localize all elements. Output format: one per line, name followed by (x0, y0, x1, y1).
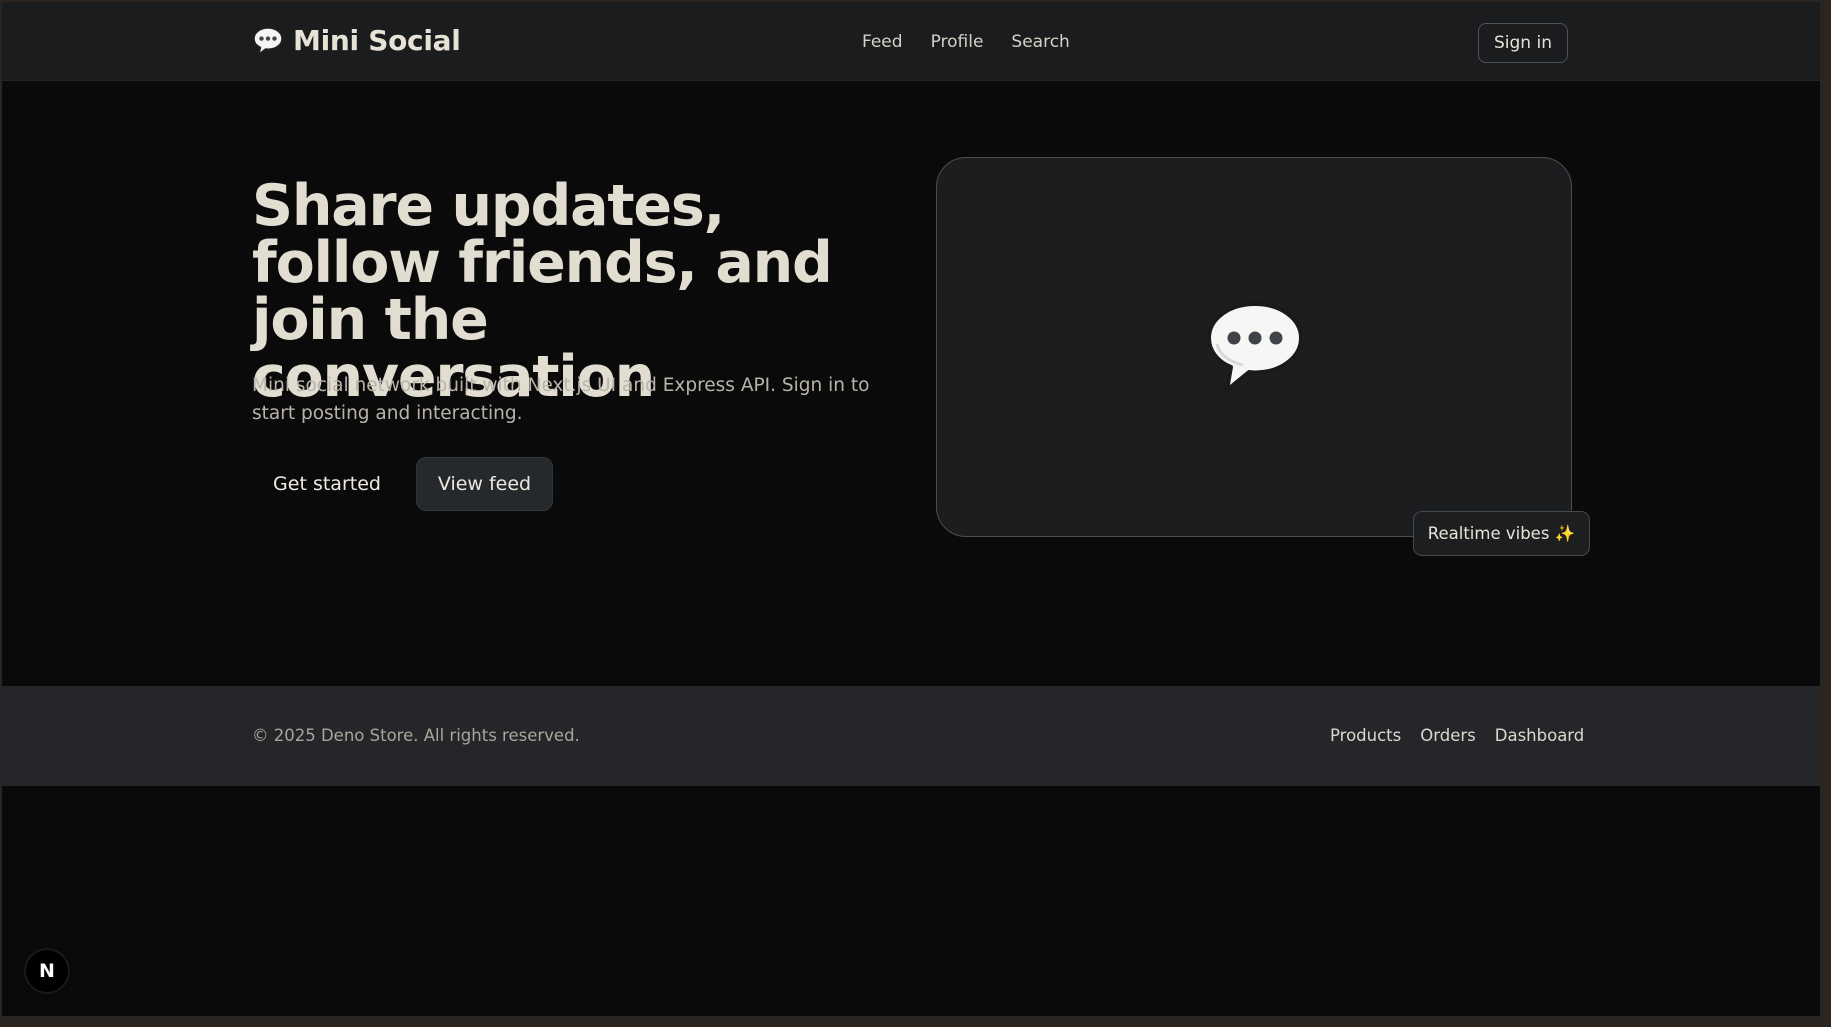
brand-name: Mini Social (293, 24, 461, 57)
brand-logo[interactable]: Mini Social (252, 24, 461, 57)
nextjs-devtools-button[interactable]: N (26, 950, 68, 992)
site-header: Mini Social Feed Profile Search Sign in (2, 2, 1820, 81)
sign-in-button[interactable]: Sign in (1478, 23, 1568, 63)
hero-subtitle: Mini social network built with Next.js U… (252, 375, 870, 424)
footer-link-dashboard[interactable]: Dashboard (1495, 726, 1585, 745)
site-footer: © 2025 Deno Store. All rights reserved. … (2, 686, 1820, 786)
nav-link-profile[interactable]: Profile (931, 32, 984, 52)
nav-link-feed[interactable]: Feed (862, 32, 903, 52)
main-nav: Feed Profile Search (862, 32, 1070, 52)
footer-link-products[interactable]: Products (1330, 726, 1401, 745)
speech-bubble-icon (253, 26, 283, 56)
hero-illustration-card (936, 157, 1572, 537)
nav-link-search[interactable]: Search (1011, 32, 1069, 52)
app-viewport: Mini Social Feed Profile Search Sign in … (2, 2, 1820, 1016)
get-started-button[interactable]: Get started (254, 458, 400, 510)
footer-links: Products Orders Dashboard (1330, 726, 1584, 745)
copyright-text: © 2025 Deno Store. All rights reserved. (252, 726, 580, 745)
footer-link-orders[interactable]: Orders (1420, 726, 1476, 745)
realtime-badge: Realtime vibes ✨ (1413, 511, 1590, 556)
speech-bubble-icon (1207, 302, 1303, 392)
view-feed-button[interactable]: View feed (416, 457, 553, 511)
